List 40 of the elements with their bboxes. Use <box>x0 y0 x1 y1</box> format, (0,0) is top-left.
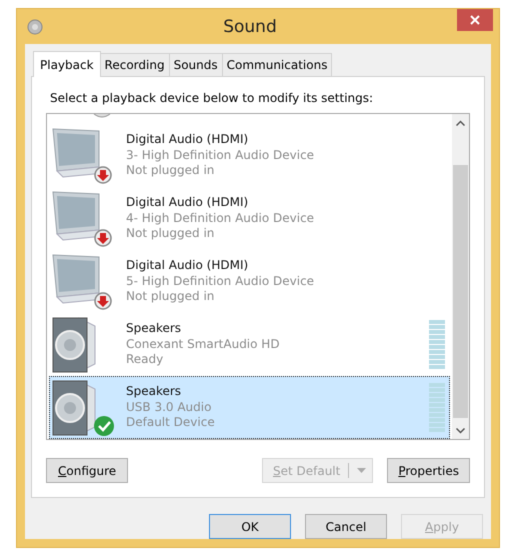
level-meter <box>429 384 445 432</box>
device-row[interactable]: Digital Audio (HDMI) 5- High Definition Audio Device Not plugged in <box>49 250 450 313</box>
device-description: 3- High Definition Audio Device <box>126 148 316 164</box>
speaker-icon <box>52 380 96 436</box>
speaker-app-icon <box>27 18 43 34</box>
device-name: Digital Audio (HDMI) <box>126 195 250 211</box>
tab[interactable]: Communications <box>222 53 332 76</box>
device-status: Not plugged in <box>126 289 216 305</box>
close-button[interactable] <box>457 8 493 30</box>
device-description: 5- High Definition Audio Device <box>126 274 316 290</box>
device-description: Conexant SmartAudio HD <box>126 336 281 352</box>
instruction-text: Select a playback device below to modify its settings: <box>50 91 374 105</box>
device-row[interactable]: Digital Audio (HDMI) 3- High Definition Audio Device Not plugged in <box>49 124 450 187</box>
tab[interactable]: Playback <box>33 51 101 77</box>
dialog-button[interactable]: OK <box>209 514 291 539</box>
device-row[interactable]: Digital Audio (HDMI) 4- High Definition Audio Device Not plugged in <box>49 187 450 250</box>
device-name: Speakers <box>126 321 182 337</box>
scroll-up-icon[interactable] <box>456 120 465 126</box>
device-row[interactable]: Speakers Conexant SmartAudio HD Ready <box>49 313 450 376</box>
close-icon <box>470 14 480 24</box>
panel-button[interactable]: Properties <box>387 458 470 483</box>
tab[interactable]: Recording <box>100 53 170 76</box>
scrollbar[interactable] <box>452 114 469 439</box>
device-row[interactable]: Speakers USB 3.0 Audio Default Device <box>49 376 450 439</box>
device-status: Ready <box>126 352 164 368</box>
speaker-icon <box>52 316 96 372</box>
tab[interactable]: Sounds <box>168 53 223 76</box>
device-status: Not plugged in <box>126 226 216 242</box>
dialog-button[interactable]: Cancel <box>305 514 387 539</box>
device-name: Speakers <box>126 384 182 400</box>
device-status: Default Device <box>126 415 216 431</box>
device-name: Digital Audio (HDMI) <box>126 258 250 274</box>
device-status: Not plugged in <box>126 163 216 179</box>
level-meter <box>429 320 445 368</box>
scroll-down-icon[interactable] <box>456 428 465 434</box>
device-description: USB 3.0 Audio <box>126 400 212 416</box>
panel-button[interactable]: Configure <box>46 458 128 483</box>
window-title: Sound <box>222 16 278 36</box>
device-name: Digital Audio (HDMI) <box>126 132 250 148</box>
device-description: 4- High Definition Audio Device <box>126 210 316 226</box>
